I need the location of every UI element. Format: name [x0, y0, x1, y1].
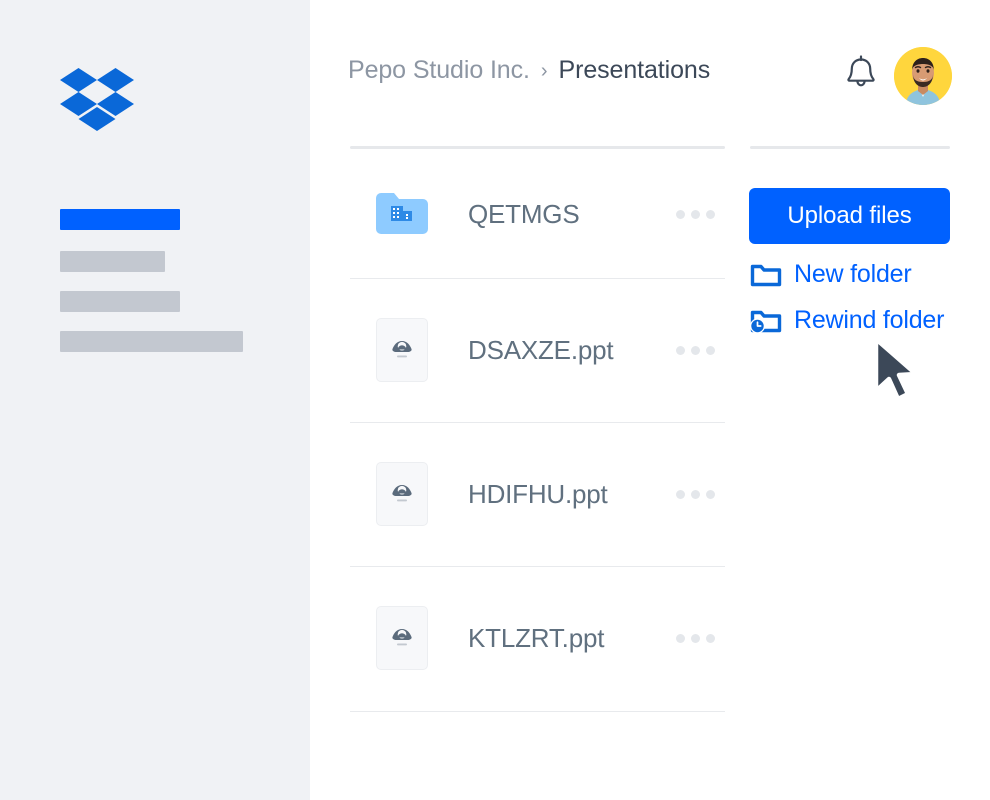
table-row[interactable]: KTLZRT.ppt	[350, 590, 725, 686]
new-folder-icon	[749, 259, 783, 289]
rewind-folder-icon	[749, 305, 783, 335]
more-options-icon[interactable]	[676, 346, 715, 355]
file-name: KTLZRT.ppt	[468, 623, 604, 654]
presentation-icon	[374, 466, 430, 522]
breadcrumb-current: Presentations	[559, 56, 711, 85]
avatar[interactable]	[894, 47, 952, 105]
new-folder-label: New folder	[794, 260, 912, 289]
more-options-icon[interactable]	[676, 490, 715, 499]
sidebar-item-second[interactable]	[60, 251, 165, 272]
breadcrumb-parent[interactable]: Pepo Studio Inc.	[348, 56, 530, 85]
upload-files-button[interactable]: Upload files	[749, 188, 950, 244]
presentation-icon	[374, 610, 430, 666]
table-row[interactable]: HDIFHU.ppt	[350, 446, 725, 542]
row-divider	[350, 422, 725, 423]
table-row[interactable]: QETMGS	[350, 166, 725, 262]
file-name: DSAXZE.ppt	[468, 335, 613, 366]
rewind-folder-button[interactable]: Rewind folder	[749, 305, 944, 335]
team-folder-icon	[374, 186, 430, 242]
new-folder-button[interactable]: New folder	[749, 259, 912, 289]
actions-panel-top-divider	[750, 146, 950, 149]
dropbox-logo-icon[interactable]	[60, 66, 134, 136]
table-row[interactable]: DSAXZE.ppt	[350, 302, 725, 398]
file-name: QETMGS	[468, 199, 579, 230]
file-list-top-divider	[350, 146, 725, 149]
breadcrumb: Pepo Studio Inc. › Presentations	[348, 56, 710, 85]
row-divider	[350, 278, 725, 279]
breadcrumb-separator-icon: ›	[541, 60, 548, 83]
sidebar-item-third[interactable]	[60, 291, 180, 312]
presentation-icon	[374, 322, 430, 378]
sidebar-item-active[interactable]	[60, 209, 180, 230]
more-options-icon[interactable]	[676, 210, 715, 219]
bell-icon[interactable]	[843, 52, 879, 90]
more-options-icon[interactable]	[676, 634, 715, 643]
mouse-cursor-icon	[868, 335, 930, 407]
row-divider	[350, 566, 725, 567]
sidebar	[0, 0, 310, 800]
row-divider	[350, 711, 725, 712]
rewind-folder-label: Rewind folder	[794, 306, 944, 335]
sidebar-item-fourth[interactable]	[60, 331, 243, 352]
file-name: HDIFHU.ppt	[468, 479, 608, 510]
